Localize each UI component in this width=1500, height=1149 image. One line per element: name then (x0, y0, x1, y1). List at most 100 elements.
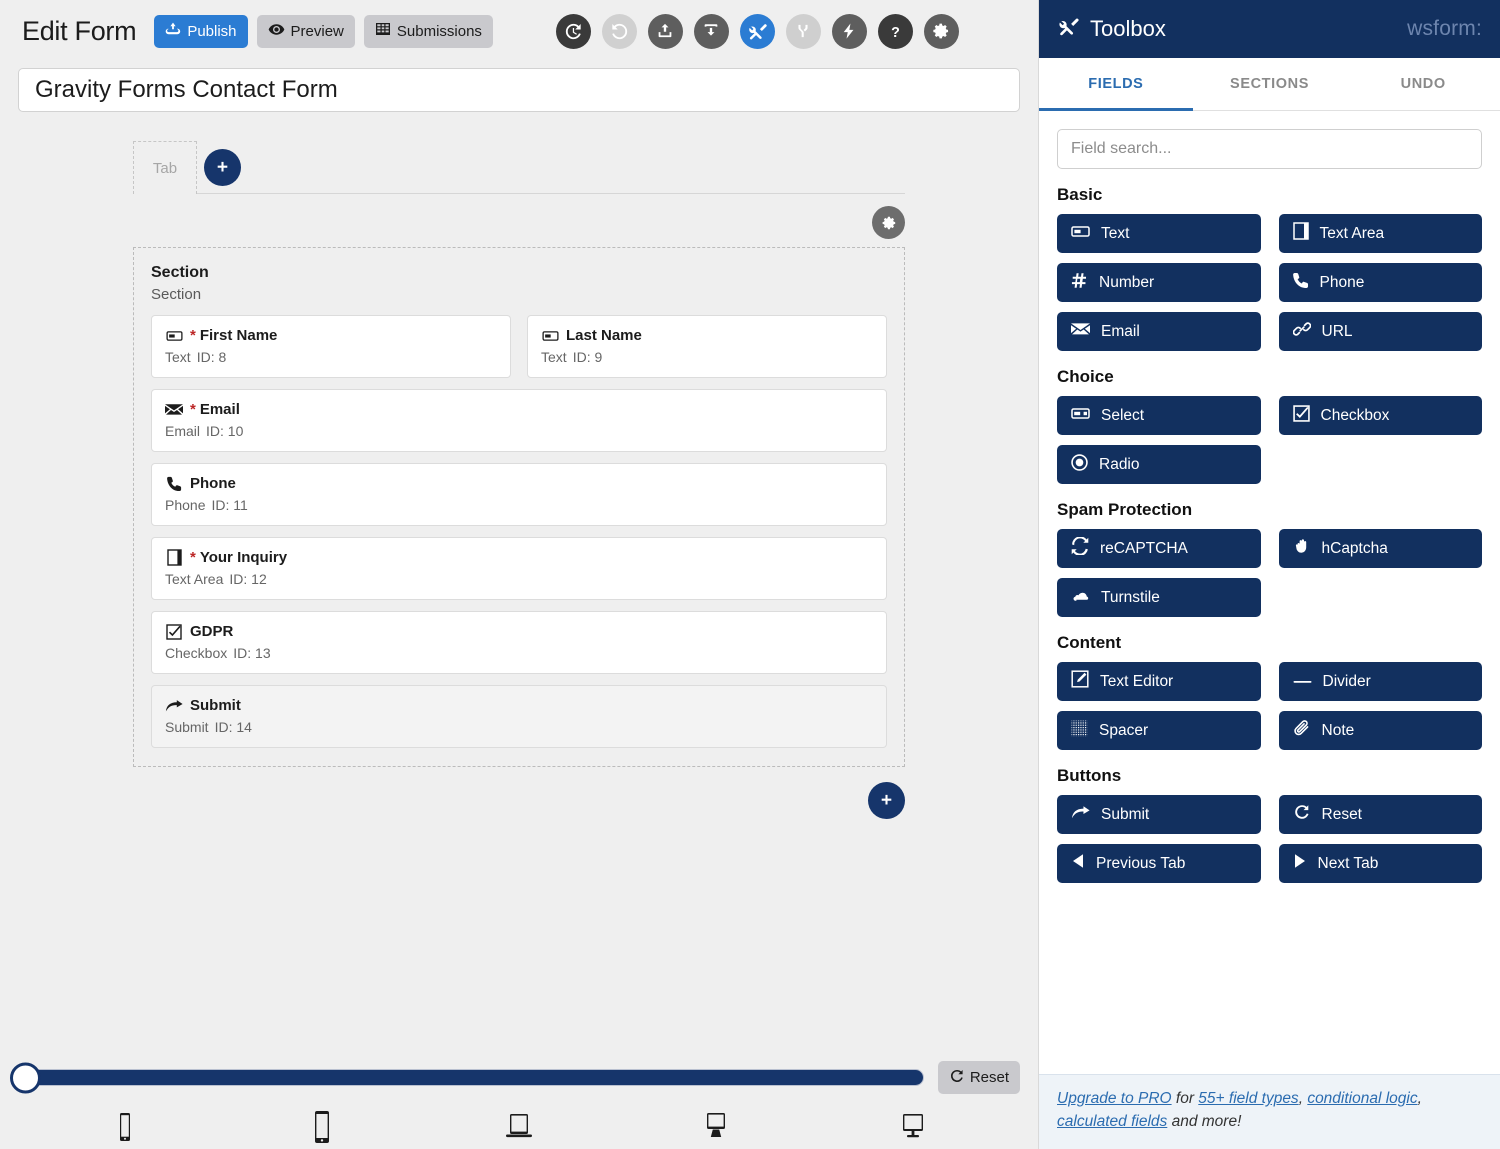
field-button-label: Select (1101, 406, 1145, 424)
field-button-label: Radio (1099, 455, 1140, 473)
desktop-icon[interactable] (618, 1111, 815, 1143)
field-button-previous-tab[interactable]: Previous Tab (1057, 844, 1261, 883)
field-button-divider[interactable]: Divider (1278, 662, 1482, 701)
form-tabs-row: Tab (133, 141, 905, 194)
breakpoint-bar: Reset (0, 1049, 1038, 1149)
toolbox-tabs: FIELDS SECTIONS UNDO (1039, 58, 1500, 111)
field-button-label: Text Area (1319, 224, 1385, 242)
field-meta: Submit ID: 14 (165, 719, 873, 735)
field-meta: Email ID: 10 (165, 423, 873, 439)
field-id: ID: 13 (233, 645, 271, 661)
breakpoint-reset-button[interactable]: Reset (937, 1061, 1020, 1094)
footer-text-tail: and more! (1167, 1112, 1242, 1130)
breakpoint-slider[interactable] (10, 1062, 924, 1093)
eye-icon (268, 21, 285, 42)
field-button-text-area[interactable]: Text Area (1278, 214, 1482, 253)
tab-undo[interactable]: UNDO (1346, 58, 1500, 110)
field-button-select[interactable]: Select (1057, 396, 1261, 435)
field-button-checkbox[interactable]: Checkbox (1278, 396, 1482, 435)
form-title-input[interactable] (18, 68, 1020, 112)
field-card-phone[interactable]: Phone Phone ID: 11 (151, 463, 887, 526)
tablet-icon[interactable] (420, 1112, 617, 1142)
history-icon[interactable] (555, 13, 591, 49)
field-button-reset[interactable]: Reset (1278, 795, 1482, 834)
field-types-link[interactable]: 55+ field types (1198, 1090, 1298, 1107)
field-meta: Text ID: 9 (541, 349, 873, 365)
field-button-number[interactable]: Number (1057, 263, 1261, 302)
reset-icon (949, 1068, 965, 1088)
field-button-email[interactable]: Email (1057, 312, 1261, 351)
field-card-your-inquiry[interactable]: * Your Inquiry Text Area ID: 12 (151, 537, 887, 600)
field-card-email[interactable]: * Email Email ID: 10 (151, 389, 887, 452)
breakpoint-slider-row: Reset (10, 1049, 1020, 1094)
field-button-radio[interactable]: Radio (1057, 445, 1261, 484)
field-meta: Phone ID: 11 (165, 497, 873, 513)
add-tab-button[interactable] (204, 149, 241, 186)
publish-button[interactable]: Publish (154, 14, 248, 48)
field-label-row: * Your Inquiry (165, 549, 873, 566)
import-icon[interactable] (647, 13, 683, 49)
field-button-label: reCAPTCHA (1100, 539, 1188, 557)
checkbox-icon (1292, 404, 1310, 427)
field-button-submit[interactable]: Submit (1057, 795, 1261, 834)
field-label: Your Inquiry (199, 549, 288, 566)
settings-icon[interactable] (923, 13, 959, 49)
calculated-fields-link[interactable]: calculated fields (1057, 1113, 1167, 1130)
field-label-row: GDPR (165, 623, 873, 640)
radio-icon (1071, 453, 1088, 476)
section-container[interactable]: Section Section * First Name Text ID: 8 (133, 247, 905, 767)
field-button-recaptcha[interactable]: reCAPTCHA (1057, 529, 1261, 568)
group-grid-content: Text Editor Divider Spacer Note (1057, 662, 1482, 750)
field-button-text[interactable]: Text (1057, 214, 1261, 253)
desktop-large-icon[interactable] (815, 1112, 1012, 1142)
conditional-logic-link[interactable]: conditional logic (1307, 1090, 1417, 1107)
toolbox-icon (1057, 15, 1080, 44)
field-button-hcaptcha[interactable]: hCaptcha (1278, 529, 1482, 568)
triangle-right-icon (1293, 853, 1307, 874)
mobile-icon[interactable] (223, 1110, 420, 1144)
link-icon (1292, 320, 1311, 343)
field-card-gdpr[interactable]: GDPR Checkbox ID: 13 (151, 611, 887, 674)
preview-button[interactable]: Preview (256, 14, 355, 48)
field-button-turnstile[interactable]: Turnstile (1057, 578, 1261, 617)
preview-button-label: Preview (290, 22, 344, 40)
textarea-icon (1292, 222, 1309, 245)
field-card-first-name[interactable]: * First Name Text ID: 8 (151, 315, 511, 378)
field-button-url[interactable]: URL (1278, 312, 1482, 351)
breakpoint-slider-thumb[interactable] (10, 1062, 41, 1093)
actions-icon[interactable] (831, 13, 867, 49)
group-title-buttons: Buttons (1057, 766, 1122, 785)
tab-fields[interactable]: FIELDS (1039, 58, 1193, 111)
tab-sections[interactable]: SECTIONS (1193, 58, 1347, 110)
email-icon (1071, 322, 1090, 341)
help-icon[interactable]: ? (877, 13, 913, 49)
email-icon (165, 403, 183, 416)
cloud-icon (1071, 589, 1090, 607)
tab-item[interactable]: Tab (133, 141, 197, 194)
field-button-spacer[interactable]: Spacer (1057, 711, 1261, 750)
field-id: ID: 10 (206, 423, 244, 439)
tabs-underline (197, 193, 905, 194)
field-label-row: Phone (165, 475, 873, 492)
publish-button-label: Publish (187, 22, 237, 40)
submissions-button[interactable]: Submissions (363, 14, 493, 48)
field-button-text-editor[interactable]: Text Editor (1057, 662, 1261, 701)
upgrade-pro-link[interactable]: Upgrade to PRO (1057, 1090, 1172, 1107)
toolbox-icon[interactable] (739, 13, 775, 49)
conditional-logic-icon[interactable] (785, 13, 821, 49)
field-button-label: Phone (1319, 273, 1365, 291)
field-button-note[interactable]: Note (1278, 711, 1482, 750)
field-card-last-name[interactable]: Last Name Text ID: 9 (527, 315, 887, 378)
mobile-small-icon[interactable] (26, 1112, 223, 1142)
pencil-square-icon (1071, 670, 1089, 693)
add-field-button[interactable] (868, 782, 905, 819)
toolbox-upgrade-footer: Upgrade to PRO for 55+ field types, cond… (1039, 1074, 1500, 1149)
field-button-phone[interactable]: Phone (1278, 263, 1482, 302)
field-search-input[interactable] (1057, 129, 1482, 169)
group-grid-choice: Select Checkbox Radio (1057, 396, 1482, 484)
field-card-submit[interactable]: Submit Submit ID: 14 (151, 685, 887, 748)
section-settings-gear-icon[interactable] (872, 206, 905, 239)
export-icon[interactable] (693, 13, 729, 49)
field-type: Email (165, 423, 201, 439)
field-button-next-tab[interactable]: Next Tab (1278, 844, 1482, 883)
